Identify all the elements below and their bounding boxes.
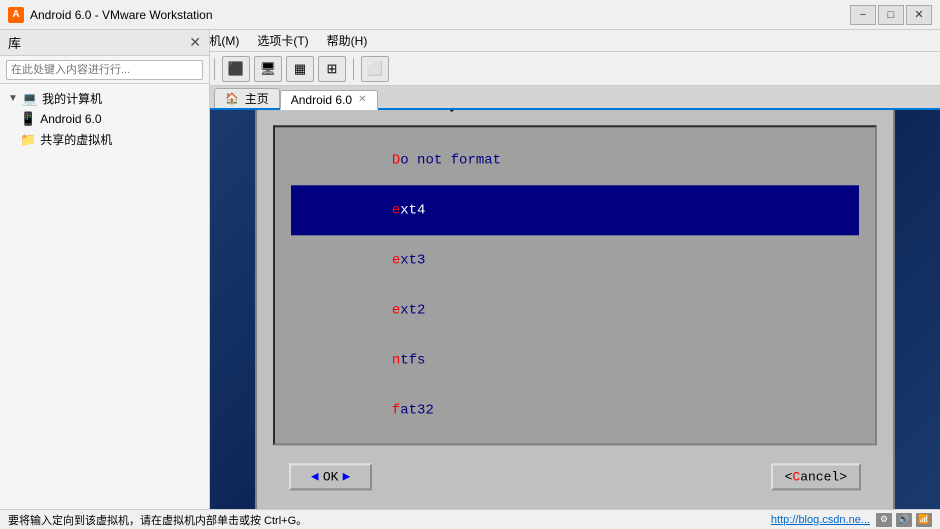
status-right: http://blog.csdn.ne... ⚙ 🔊 📶 xyxy=(771,513,932,527)
maximize-button[interactable]: □ xyxy=(878,5,904,25)
window-title: Android 6.0 - VMware Workstation xyxy=(30,8,850,22)
sidebar-item-my-computer[interactable]: ▼ 💻 我的计算机 xyxy=(0,88,209,109)
usb-btn[interactable]: ⬜ xyxy=(361,56,389,82)
sidebar-header: 库 ✕ xyxy=(0,30,209,56)
dialog-cancel-button[interactable]: <Cancel> xyxy=(771,463,861,490)
ok-left-arrow: ◄ xyxy=(311,469,319,484)
sidebar-search-input[interactable] xyxy=(6,60,203,80)
tree-my-computer-label: 我的计算机 xyxy=(42,90,102,107)
fs-item-ext4[interactable]: ext4 xyxy=(291,185,859,235)
computer-icon: 💻 xyxy=(22,91,38,107)
sidebar-item-android[interactable]: 📱 Android 6.0 xyxy=(0,109,209,129)
fs-item-ext2[interactable]: ext2 xyxy=(291,285,859,335)
fs-item-ext3[interactable]: ext3 xyxy=(291,235,859,285)
status-icons: ⚙ 🔊 📶 xyxy=(876,513,932,527)
status-bar: 要将输入定向到该虚拟机，请在虚拟机内部单击或按 Ctrl+G。 http://b… xyxy=(0,509,940,529)
close-button[interactable]: ✕ xyxy=(906,5,932,25)
title-bar: A Android 6.0 - VMware Workstation − □ ✕ xyxy=(0,0,940,30)
fs-rest-ext4: xt4 xyxy=(400,202,425,218)
fs-item-do-not-format[interactable]: Do not format xyxy=(291,135,859,185)
tab-home[interactable]: 🏠 主页 xyxy=(214,88,280,108)
tree-shared-label: 共享的虚拟机 xyxy=(40,131,112,148)
sidebar-close-button[interactable]: ✕ xyxy=(189,34,201,51)
ok-right-arrow: ► xyxy=(342,469,350,484)
sidebar-tree: ▼ 💻 我的计算机 📱 Android 6.0 📁 共享的虚拟机 xyxy=(0,84,209,509)
cancel-rest: ancel> xyxy=(800,469,847,484)
fs-highlight-n: n xyxy=(392,352,400,368)
fs-highlight-e2: e xyxy=(392,252,400,268)
fs-rest-ext2: xt2 xyxy=(400,302,425,318)
fs-item-ntfs[interactable]: ntfs xyxy=(291,335,859,385)
multimon-btn[interactable]: ▦ xyxy=(286,56,314,82)
minimize-button[interactable]: − xyxy=(850,5,876,25)
filesystem-dialog: Choose filesystem Please select a filesy… xyxy=(255,110,895,509)
home-icon: 🏠 xyxy=(225,92,239,105)
fs-rest-fat32: at32 xyxy=(400,402,434,418)
fs-highlight-e3: e xyxy=(392,302,400,318)
status-icon-2: 🔊 xyxy=(896,513,912,527)
sidebar: 库 ✕ ▼ 💻 我的计算机 📱 Android 6.0 📁 共享的虚拟机 xyxy=(0,30,210,509)
dialog-prompt: Please select a filesystem to format sda… xyxy=(273,110,877,113)
window-controls: − □ ✕ xyxy=(850,5,932,25)
toolbar-sep-3 xyxy=(353,58,354,80)
app-icon: A xyxy=(8,7,24,23)
ok-label: OK xyxy=(323,469,339,484)
sidebar-item-shared-vm[interactable]: 📁 共享的虚拟机 xyxy=(0,129,209,150)
shared-icon: 📁 xyxy=(20,132,36,148)
dialog-buttons: ◄ OK ► <Cancel> xyxy=(273,453,877,500)
fs-highlight-f: f xyxy=(392,402,400,418)
fit-btn[interactable]: ⊞ xyxy=(318,56,346,82)
dialog-ok-button[interactable]: ◄ OK ► xyxy=(289,463,372,490)
fs-highlight-d: D xyxy=(392,152,400,168)
fs-item-fat32[interactable]: fat32 xyxy=(291,385,859,435)
status-icon-3: 📶 xyxy=(916,513,932,527)
tab-home-label: 主页 xyxy=(245,90,269,107)
sidebar-search-container xyxy=(0,56,209,84)
fs-highlight-e1: e xyxy=(392,202,400,218)
tab-bar: 🏠 主页 Android 6.0 ✕ xyxy=(210,86,940,110)
vm-display[interactable]: Choose filesystem Please select a filesy… xyxy=(210,110,940,509)
status-link[interactable]: http://blog.csdn.ne... xyxy=(771,514,870,526)
dialog-content: Please select a filesystem to format sda… xyxy=(257,110,893,509)
vm-background: Choose filesystem Please select a filesy… xyxy=(210,110,940,509)
status-icon-1: ⚙ xyxy=(876,513,892,527)
fs-rest-do-not-format: o not format xyxy=(400,152,501,168)
tab-android[interactable]: Android 6.0 ✕ xyxy=(280,90,378,110)
menu-tab[interactable]: 选项卡(T) xyxy=(249,30,316,51)
menu-help[interactable]: 帮助(H) xyxy=(319,30,376,51)
fullscreen-btn[interactable]: ⬛ xyxy=(222,56,250,82)
sidebar-title: 库 xyxy=(8,33,21,52)
filesystem-list[interactable]: Do not format ext4 ext3 ext2 xyxy=(273,125,877,445)
tab-close-icon[interactable]: ✕ xyxy=(358,94,366,105)
display-btn[interactable]: 🖥 xyxy=(254,56,282,82)
tree-android-label: Android 6.0 xyxy=(40,112,101,126)
tab-android-label: Android 6.0 xyxy=(291,93,352,107)
fs-rest-ext3: xt3 xyxy=(400,252,425,268)
tree-arrow-icon: ▼ xyxy=(8,93,18,104)
fs-rest-ntfs: tfs xyxy=(400,352,425,368)
vm-icon: 📱 xyxy=(20,111,36,127)
toolbar-sep-2 xyxy=(214,58,215,80)
status-hint: 要将输入定向到该虚拟机，请在虚拟机内部单击或按 Ctrl+G。 xyxy=(8,512,307,528)
